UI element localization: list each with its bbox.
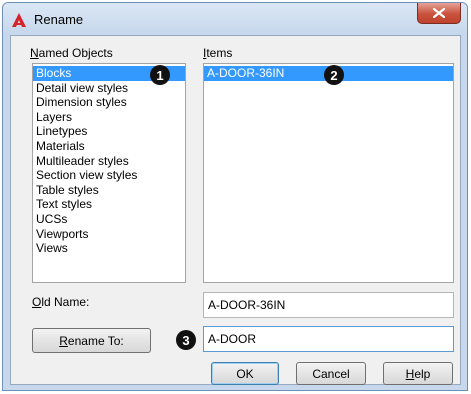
list-item-materials[interactable]: Materials [33,139,185,154]
list-item-ucss[interactable]: UCSs [33,212,185,227]
named-objects-list[interactable]: Blocks Detail view styles Dimension styl… [32,63,186,283]
rename-to-input[interactable]: A-DOOR [203,326,454,352]
list-item-viewports[interactable]: Viewports [33,227,185,242]
title-bar[interactable]: Rename [3,3,467,35]
items-list[interactable]: A-DOOR-36IN [203,63,454,283]
callout-badge-2: 2 [324,65,344,85]
callout-badge-3: 3 [176,330,196,350]
close-button[interactable] [417,3,461,24]
cancel-button[interactable]: Cancel [296,362,366,385]
rename-to-button[interactable]: Rename To: [32,328,151,353]
dialog-body: Named Objects Blocks Detail view styles … [10,35,461,385]
old-name-label: Old Name: [32,295,90,309]
help-button[interactable]: Help [383,362,453,385]
close-x-icon [433,8,445,18]
named-objects-label: Named Objects [30,46,113,60]
list-item-section-view-styles[interactable]: Section view styles [33,168,185,183]
list-item-views[interactable]: Views [33,241,185,256]
list-item-layers[interactable]: Layers [33,110,185,125]
old-name-field: A-DOOR-36IN [203,292,454,318]
list-item-linetypes[interactable]: Linetypes [33,124,185,139]
callout-badge-1: 1 [150,65,170,85]
rename-dialog: Rename Named Objects Blocks Detail view … [2,2,468,391]
autocad-a-icon [12,13,26,27]
items-label: Items [203,46,233,60]
window-title: Rename [34,12,84,27]
list-item-text-styles[interactable]: Text styles [33,197,185,212]
list-item-dimension-styles[interactable]: Dimension styles [33,95,185,110]
list-item-multileader-styles[interactable]: Multileader styles [33,154,185,169]
ok-button[interactable]: OK [211,362,279,385]
list-item-table-styles[interactable]: Table styles [33,183,185,198]
